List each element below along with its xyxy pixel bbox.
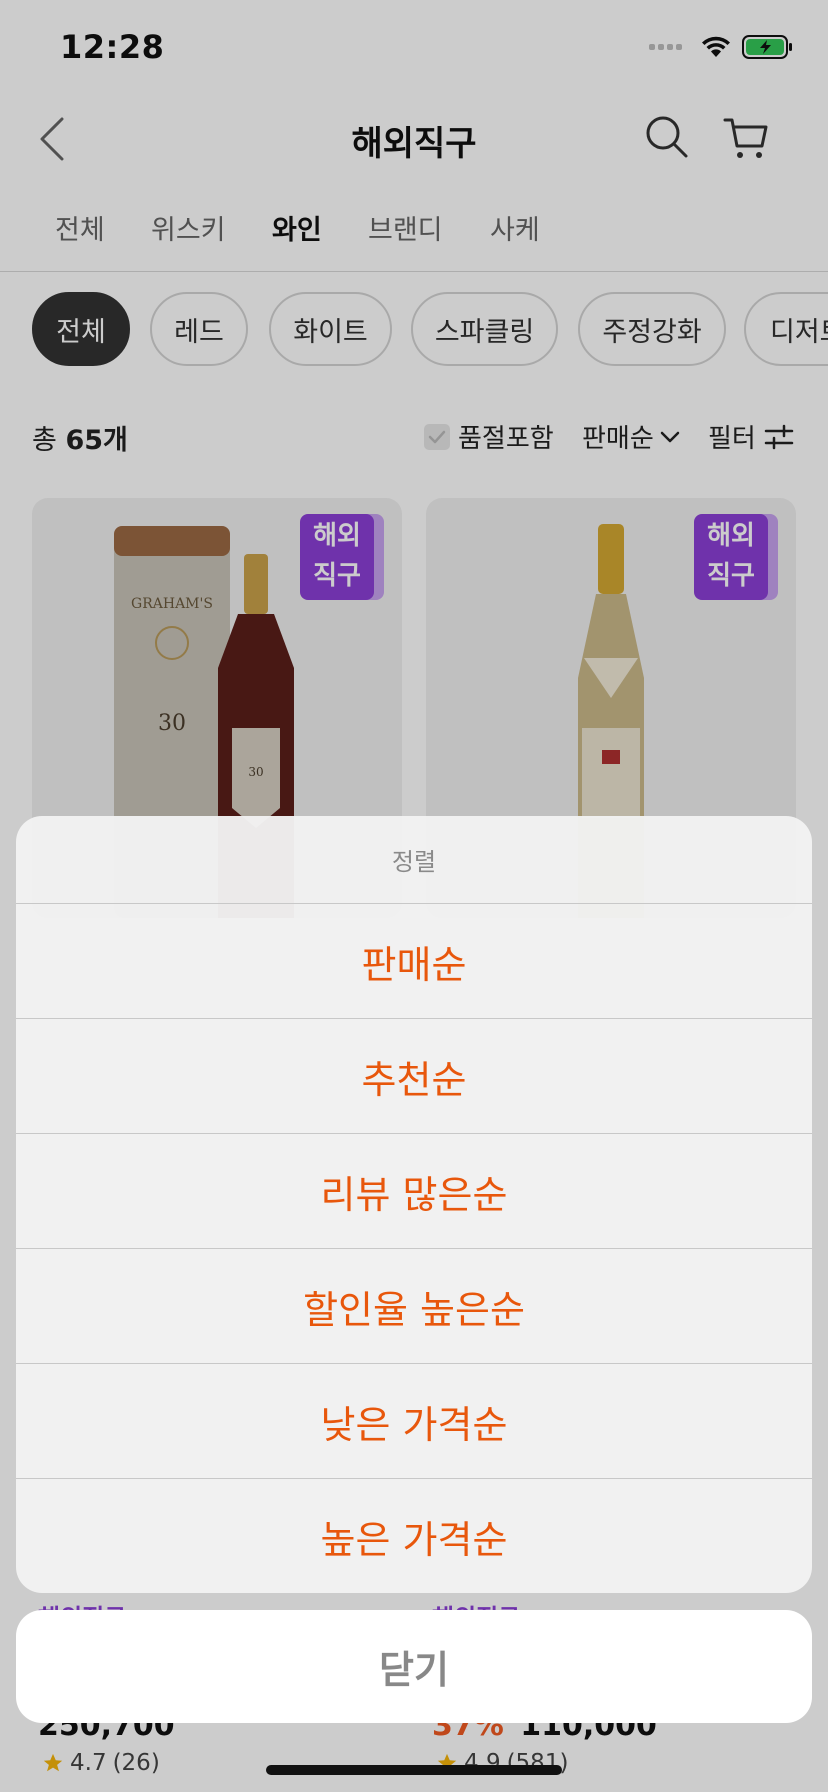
sort-option-recommended[interactable]: 추천순 (16, 1019, 812, 1134)
sort-option-discount[interactable]: 할인율 높은순 (16, 1249, 812, 1364)
sheet-title: 정렬 (16, 816, 812, 904)
sort-option-most-reviews[interactable]: 리뷰 많은순 (16, 1134, 812, 1249)
sort-option-price-low[interactable]: 낮은 가격순 (16, 1364, 812, 1479)
sort-option-price-high[interactable]: 높은 가격순 (16, 1479, 812, 1593)
home-indicator (266, 1765, 562, 1775)
close-button[interactable]: 닫기 (16, 1610, 812, 1723)
sort-option-sales[interactable]: 판매순 (16, 904, 812, 1019)
sort-action-sheet: 정렬 판매순 추천순 리뷰 많은순 할인율 높은순 낮은 가격순 높은 가격순 (16, 816, 812, 1593)
